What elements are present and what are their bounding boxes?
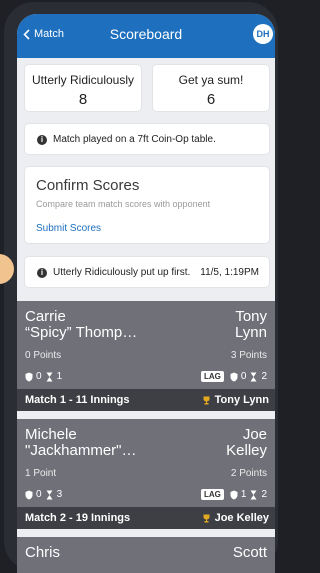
player-name-left: Carrie “Spicy” Thomp… [25, 308, 138, 341]
submit-scores-button[interactable]: Submit Scores [36, 223, 101, 234]
info-icon: i [37, 134, 47, 145]
put-up-text: Utterly Ridiculously put up first. [53, 267, 191, 278]
team-score: 6 [206, 91, 216, 108]
points-right: 3 Points [230, 350, 267, 361]
points-left: 0 Points [25, 350, 62, 361]
match-footer: Match 2 - 19 Innings Joe Kelley [17, 507, 275, 529]
stats-left: 0 1 [25, 371, 62, 382]
match-card[interactable]: Carrie “Spicy” Thomp… Tony Lynn 0 Points… [17, 301, 275, 392]
hourglass-icon [46, 490, 53, 499]
match-card[interactable]: Michele "Jackhammer"… Joe Kelley 1 Point… [17, 419, 275, 510]
shield-icon [25, 490, 33, 499]
put-up-banner: i Utterly Ridiculously put up first. 11/… [25, 257, 269, 287]
nav-bar: Match Scoreboard DH [17, 14, 275, 58]
player-name-right: Joe Kelley [226, 426, 267, 459]
match-card[interactable]: Chris Scott [17, 537, 275, 573]
page-title: Scoreboard [109, 26, 183, 42]
divider [17, 411, 275, 419]
points-left: 1 Point [25, 468, 57, 479]
lag-badge: LAG [200, 371, 224, 382]
player-name-left: Michele "Jackhammer"… [25, 426, 137, 459]
put-up-time: 11/5, 1:19PM [200, 267, 259, 278]
match-winner: Joe Kelley [202, 512, 269, 524]
stats-right: LAG 1 2 [200, 489, 267, 500]
hourglass-icon [250, 372, 257, 381]
stats-left: 0 3 [25, 489, 62, 500]
match-footer: Match 1 - 11 Innings Tony Lynn [17, 389, 275, 411]
player-name-right: Tony Lynn [235, 308, 267, 341]
team-score-card-home: Utterly Ridiculously 8 [25, 65, 141, 111]
player-name-right: Scott [232, 544, 267, 561]
shield-icon [25, 372, 33, 381]
table-info-text: Match played on a 7ft Coin-Op table. [53, 134, 216, 145]
match-summary: Match 2 - 19 Innings [25, 512, 131, 524]
trophy-icon [203, 514, 210, 522]
team-name: Utterly Ridiculously [31, 73, 135, 87]
team-name: Get ya sum! [178, 73, 244, 87]
team-score: 8 [78, 91, 88, 108]
match-winner: Tony Lynn [202, 394, 269, 406]
info-icon: i [37, 267, 47, 278]
phone-frame: Match Scoreboard DH Utterly Ridiculously… [4, 2, 278, 573]
points-right: 2 Points [230, 468, 267, 479]
lag-badge: LAG [200, 489, 224, 500]
shield-icon [230, 490, 238, 499]
hourglass-icon [250, 490, 257, 499]
divider [17, 529, 275, 537]
team-score-card-away: Get ya sum! 6 [153, 65, 269, 111]
app-screen: Match Scoreboard DH Utterly Ridiculously… [17, 14, 275, 573]
hourglass-icon [46, 372, 53, 381]
player-name-left: Chris [25, 544, 61, 561]
confirm-subtitle: Compare team match scores with opponent [36, 199, 211, 209]
confirm-title: Confirm Scores [36, 177, 140, 194]
confirm-scores-card: Confirm Scores Compare team match scores… [25, 167, 269, 243]
stats-right: LAG 0 2 [200, 371, 267, 382]
match-summary: Match 1 - 11 Innings [25, 394, 130, 406]
table-info-banner: i Match played on a 7ft Coin-Op table. [25, 124, 269, 154]
trophy-icon [203, 396, 210, 404]
avatar[interactable]: DH [253, 24, 273, 44]
shield-icon [230, 372, 238, 381]
